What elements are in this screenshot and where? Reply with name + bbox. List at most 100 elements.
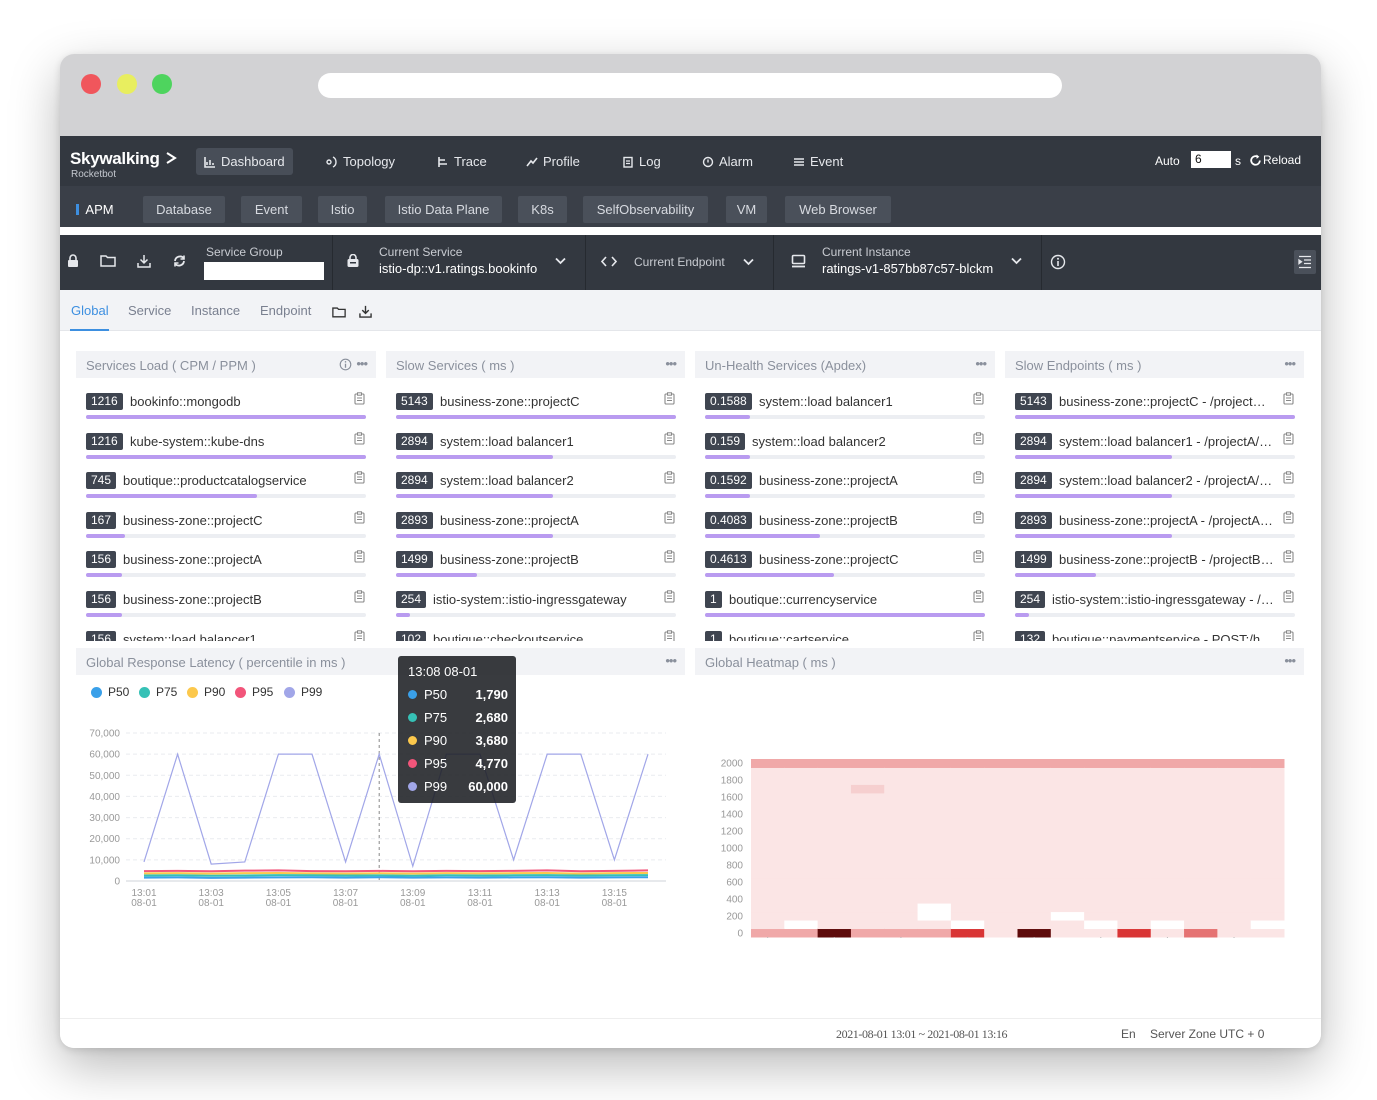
heatmap-cell[interactable] (1150, 792, 1185, 802)
copy-icon[interactable] (664, 431, 675, 445)
heatmap-cell[interactable] (850, 903, 885, 913)
copy-icon[interactable] (1283, 392, 1294, 405)
heatmap-cell[interactable] (1017, 860, 1052, 870)
heatmap-cell[interactable] (884, 877, 919, 887)
list-item[interactable]: 2894 system::load balancer1 - /projectA/t… (1015, 428, 1295, 460)
heatmap-cell[interactable] (950, 852, 985, 862)
heatmap-cell[interactable] (850, 759, 885, 768)
heatmap-cell[interactable] (1150, 928, 1185, 938)
folder-icon[interactable] (332, 306, 346, 318)
heatmap-cell[interactable] (1184, 767, 1218, 777)
heatmap-cell[interactable] (917, 801, 952, 811)
heatmap-cell[interactable] (950, 903, 985, 913)
heatmap-cell[interactable] (751, 843, 785, 853)
heatmap-cell[interactable] (950, 775, 985, 785)
heatmap-cell[interactable] (1217, 920, 1252, 930)
panel-menu-icon[interactable]: ••• (975, 356, 987, 371)
heatmap-cell[interactable] (817, 835, 852, 845)
heatmap-cell[interactable] (1017, 894, 1052, 904)
heatmap-cell[interactable] (1050, 852, 1085, 862)
heatmap-cell[interactable] (950, 784, 985, 794)
heatmap-cell[interactable] (1017, 928, 1052, 938)
heatmap-cell[interactable] (1150, 835, 1185, 845)
heatmap-cell[interactable] (817, 767, 852, 777)
heatmap-cell[interactable] (1117, 809, 1152, 819)
heatmap-cell[interactable] (950, 886, 985, 896)
list-item[interactable]: 254 istio-system::istio-ingressgateway - … (1015, 586, 1295, 618)
nav-event[interactable]: Event (785, 148, 851, 175)
copy-icon[interactable] (1283, 471, 1294, 484)
heatmap-cell[interactable] (1017, 826, 1052, 836)
heatmap-cell[interactable] (1117, 835, 1152, 845)
heatmap-cell[interactable] (1250, 911, 1285, 921)
heatmap-cell[interactable] (1250, 843, 1285, 853)
heatmap-cell[interactable] (1084, 886, 1118, 896)
heatmap-cell[interactable] (984, 911, 1018, 921)
auto-refresh-label[interactable]: Auto (1155, 154, 1180, 168)
heatmap-cell[interactable] (1017, 818, 1052, 828)
heatmap-cell[interactable] (1250, 928, 1285, 938)
heatmap-cell[interactable] (884, 809, 919, 819)
heatmap-cell[interactable] (1217, 894, 1252, 904)
heatmap-cell[interactable] (751, 835, 785, 845)
heatmap-cell[interactable] (917, 869, 952, 879)
heatmap-cell[interactable] (1184, 920, 1218, 930)
heatmap-cell[interactable] (950, 843, 985, 853)
heatmap-cell[interactable] (1184, 792, 1218, 802)
heatmap-cell[interactable] (751, 809, 785, 819)
heatmap-cell[interactable] (784, 792, 819, 802)
copy-icon[interactable] (354, 431, 365, 445)
list-item[interactable]: 1499 business-zone::projectB (396, 546, 676, 578)
heatmap-cell[interactable] (1184, 843, 1218, 853)
tab-selfobservability[interactable]: SelfObservability (583, 196, 708, 223)
heatmap-cell[interactable] (784, 801, 819, 811)
heatmap-cell[interactable] (1050, 886, 1085, 896)
heatmap-cell[interactable] (950, 767, 985, 777)
list-item[interactable]: 1499 business-zone::projectB - /projectB/… (1015, 546, 1295, 578)
heatmap-cell[interactable] (1250, 792, 1285, 802)
close-window-button[interactable] (81, 74, 101, 94)
heatmap-cell[interactable] (884, 911, 919, 921)
heatmap-cell[interactable] (1250, 860, 1285, 870)
heatmap-cell[interactable] (1150, 877, 1185, 887)
heatmap-cell[interactable] (984, 809, 1018, 819)
heatmap-cell[interactable] (850, 818, 885, 828)
heatmap-cell[interactable] (817, 903, 852, 913)
heatmap-cell[interactable] (884, 852, 919, 862)
heatmap-cell[interactable] (1250, 903, 1285, 913)
heatmap-cell[interactable] (950, 911, 985, 921)
tab-event[interactable]: Event (241, 196, 302, 223)
heatmap-cell[interactable] (1184, 877, 1218, 887)
heatmap-cell[interactable] (1050, 911, 1085, 921)
series-line-p99[interactable] (143, 752, 649, 869)
heatmap-cell[interactable] (950, 818, 985, 828)
heatmap-cell[interactable] (1084, 928, 1118, 938)
copy-icon[interactable] (973, 590, 984, 603)
nav-dashboard[interactable]: Dashboard (196, 148, 293, 175)
heatmap-cell[interactable] (1217, 801, 1252, 811)
heatmap-cell[interactable] (1217, 767, 1252, 777)
heatmap-cell[interactable] (917, 894, 952, 904)
heatmap-cell[interactable] (1217, 792, 1252, 802)
heatmap-cell[interactable] (984, 767, 1018, 777)
heatmap-cell[interactable] (1184, 894, 1218, 904)
heatmap-cell[interactable] (817, 877, 852, 887)
download-icon[interactable] (359, 305, 372, 318)
heatmap-cell[interactable] (784, 775, 819, 785)
heatmap-cell[interactable] (950, 894, 985, 904)
heatmap-cell[interactable] (1150, 818, 1185, 828)
list-item[interactable]: 156 business-zone::projectB (86, 586, 366, 618)
heatmap-cell[interactable] (950, 877, 985, 887)
heatmap-cell[interactable] (1117, 767, 1152, 777)
heatmap-cell[interactable] (1217, 784, 1252, 794)
heatmap-cell[interactable] (1150, 886, 1185, 896)
heatmap-cell[interactable] (984, 818, 1018, 828)
folder-icon[interactable] (100, 254, 116, 267)
tab-vm[interactable]: VM (726, 196, 767, 223)
heatmap-cell[interactable] (1117, 860, 1152, 870)
toggle-sidebar-button[interactable] (1294, 250, 1316, 274)
heatmap-cell[interactable] (784, 852, 819, 862)
heatmap-cell[interactable] (884, 869, 919, 879)
heatmap-cell[interactable] (817, 911, 852, 921)
heatmap-cell[interactable] (1017, 869, 1052, 879)
